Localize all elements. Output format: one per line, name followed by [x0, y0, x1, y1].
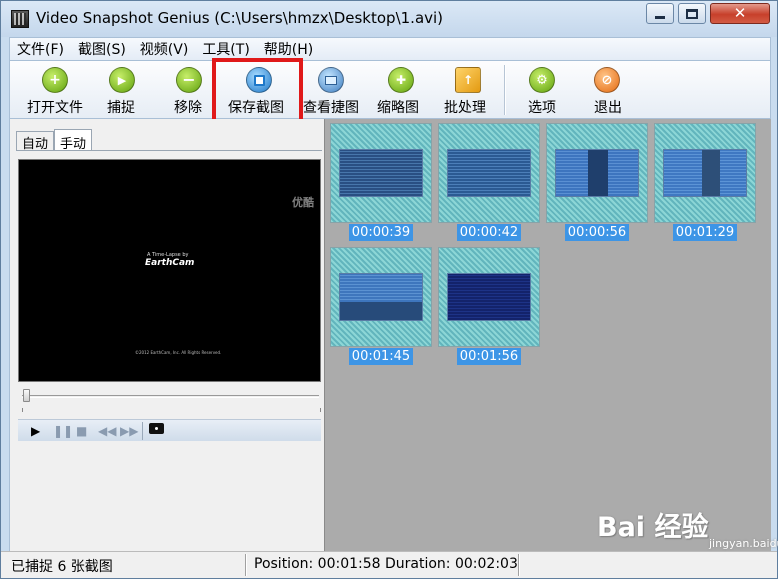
preview-panel: 自动 手动 优酷 A Time-Lapse by EarthCam ©2012 … [9, 119, 324, 551]
controls-separator [142, 422, 143, 440]
thumbnail-frame [330, 123, 432, 223]
baidu-watermark: Bai 经验 jingyan.baidu.com [597, 497, 778, 577]
app-window: Video Snapshot Genius (C:\Users\hmzx\Des… [0, 0, 778, 579]
thumbnail-frame [438, 123, 540, 223]
video-copyright: ©2012 EarthCam, Inc. All Rights Reserved… [135, 350, 222, 355]
menu-tools[interactable]: 工具(T) [195, 39, 256, 59]
watermark-url: jingyan.baidu.com [709, 537, 778, 550]
playback-controls: ▶ ❚❚ ■ ◀◀ ▶▶ [18, 419, 321, 441]
batch-button[interactable]: ↑ 批处理 [442, 65, 498, 117]
camera-icon[interactable] [149, 423, 164, 434]
menu-help[interactable]: 帮助(H) [257, 39, 320, 59]
fast-forward-icon[interactable]: ▶▶ [120, 424, 138, 438]
menu-bar: 文件(F) 截图(S) 视频(V) 工具(T) 帮助(H) [9, 37, 771, 61]
stop-icon[interactable]: ■ [76, 424, 87, 438]
plus-icon: + [42, 67, 68, 93]
video-watermark: 优酷 [292, 196, 314, 209]
app-film-icon [11, 10, 29, 28]
seek-slider[interactable] [22, 389, 321, 403]
remove-label: 移除 [174, 100, 202, 116]
save-highlight-box [212, 58, 303, 128]
monitor-icon [318, 67, 344, 93]
close-icon: ✕ [733, 4, 747, 22]
snapshot-time: 00:01:45 [349, 348, 413, 365]
open-file-label: 打开文件 [27, 100, 83, 116]
snapshot-thumbnail[interactable]: 00:01:56 [438, 247, 540, 365]
snapshot-thumbnail[interactable]: 00:01:29 [654, 123, 756, 241]
snapshot-thumbnail[interactable]: 00:00:56 [546, 123, 648, 241]
stop-icon: ⊘ [594, 67, 620, 93]
snapshot-time: 00:00:42 [457, 224, 521, 241]
tab-manual[interactable]: 手动 [54, 129, 93, 152]
play-icon: ▶ [109, 67, 135, 93]
snapshot-thumbnail[interactable]: 00:00:42 [438, 123, 540, 241]
menu-snapshot[interactable]: 截图(S) [71, 39, 133, 59]
thumbnail-image [555, 149, 639, 197]
thumbnail-frame [546, 123, 648, 223]
menu-video[interactable]: 视频(V) [133, 39, 196, 59]
view-snapshot-label: 查看捷图 [303, 100, 359, 116]
thumbnail-label: 缩略图 [377, 100, 419, 116]
play-icon[interactable]: ▶ [31, 424, 40, 438]
wrench-icon: ⚙ [529, 67, 555, 93]
capture-button[interactable]: ▶ 捕捉 [96, 65, 148, 117]
view-snapshot-button[interactable]: 查看捷图 [302, 65, 366, 117]
status-divider [245, 554, 247, 576]
minimize-icon [655, 16, 665, 19]
batch-icon: ↑ [455, 67, 481, 93]
position-status: Position: 00:01:58 Duration: 00:02:03 [254, 556, 518, 572]
thumbnail-image [447, 273, 531, 321]
thumbnail-image [339, 149, 423, 197]
snapshot-thumbnail[interactable]: 00:00:39 [330, 123, 432, 241]
toolbar-separator [504, 65, 506, 115]
puzzle-icon: ✚ [388, 67, 414, 93]
seek-thumb[interactable] [23, 389, 30, 402]
close-button[interactable]: ✕ [710, 3, 770, 24]
snapshot-time: 00:00:39 [349, 224, 413, 241]
status-divider [518, 554, 520, 576]
seek-ticks [22, 408, 321, 412]
tab-auto[interactable]: 自动 [16, 131, 55, 152]
title-bar: Video Snapshot Genius (C:\Users\hmzx\Des… [1, 1, 777, 37]
rewind-icon[interactable]: ◀◀ [98, 424, 116, 438]
options-button[interactable]: ⚙ 选项 [520, 65, 564, 117]
maximize-icon [686, 8, 698, 19]
remove-button[interactable]: − 移除 [162, 65, 214, 117]
exit-button[interactable]: ⊘ 退出 [586, 65, 630, 117]
snapshot-gallery: 00:00:39 00:00:42 00:00:56 00:01:29 00:0… [324, 119, 771, 551]
watermark-brand: Bai 经验 [597, 512, 709, 543]
mode-tabs: 自动 手动 [16, 129, 93, 152]
capture-label: 捕捉 [107, 100, 135, 116]
thumbnail-image [339, 273, 423, 321]
snapshot-time: 00:00:56 [565, 224, 629, 241]
options-label: 选项 [528, 100, 556, 116]
minus-icon: − [176, 67, 202, 93]
maximize-button[interactable] [678, 3, 706, 24]
video-preview[interactable]: 优酷 A Time-Lapse by EarthCam ©2012 EarthC… [18, 159, 321, 382]
thumbnail-frame [330, 247, 432, 347]
menu-file[interactable]: 文件(F) [10, 39, 71, 59]
snapshot-time: 00:01:29 [673, 224, 737, 241]
open-file-button[interactable]: + 打开文件 [20, 65, 84, 117]
thumbnail-frame [438, 247, 540, 347]
snapshot-thumbnail[interactable]: 00:01:45 [330, 247, 432, 365]
thumbnail-image [663, 149, 747, 197]
thumbnail-button[interactable]: ✚ 缩略图 [374, 65, 430, 117]
snapshot-time: 00:01:56 [457, 348, 521, 365]
window-title: Video Snapshot Genius (C:\Users\hmzx\Des… [36, 9, 444, 27]
thumbnail-frame [654, 123, 756, 223]
seek-track [22, 395, 319, 398]
exit-label: 退出 [594, 100, 622, 116]
toolbar: + 打开文件 ▶ 捕捉 − 移除 保存截图 查看捷图 ✚ 缩略图 ↑ 批处理 ⚙… [9, 61, 771, 119]
pause-icon[interactable]: ❚❚ [53, 424, 73, 438]
tab-divider [16, 150, 322, 151]
batch-label: 批处理 [444, 100, 486, 116]
capture-count-status: 已捕捉 6 张截图 [11, 559, 113, 575]
thumbnail-image [447, 149, 531, 197]
minimize-button[interactable] [646, 3, 674, 24]
video-logo: EarthCam [145, 258, 195, 268]
